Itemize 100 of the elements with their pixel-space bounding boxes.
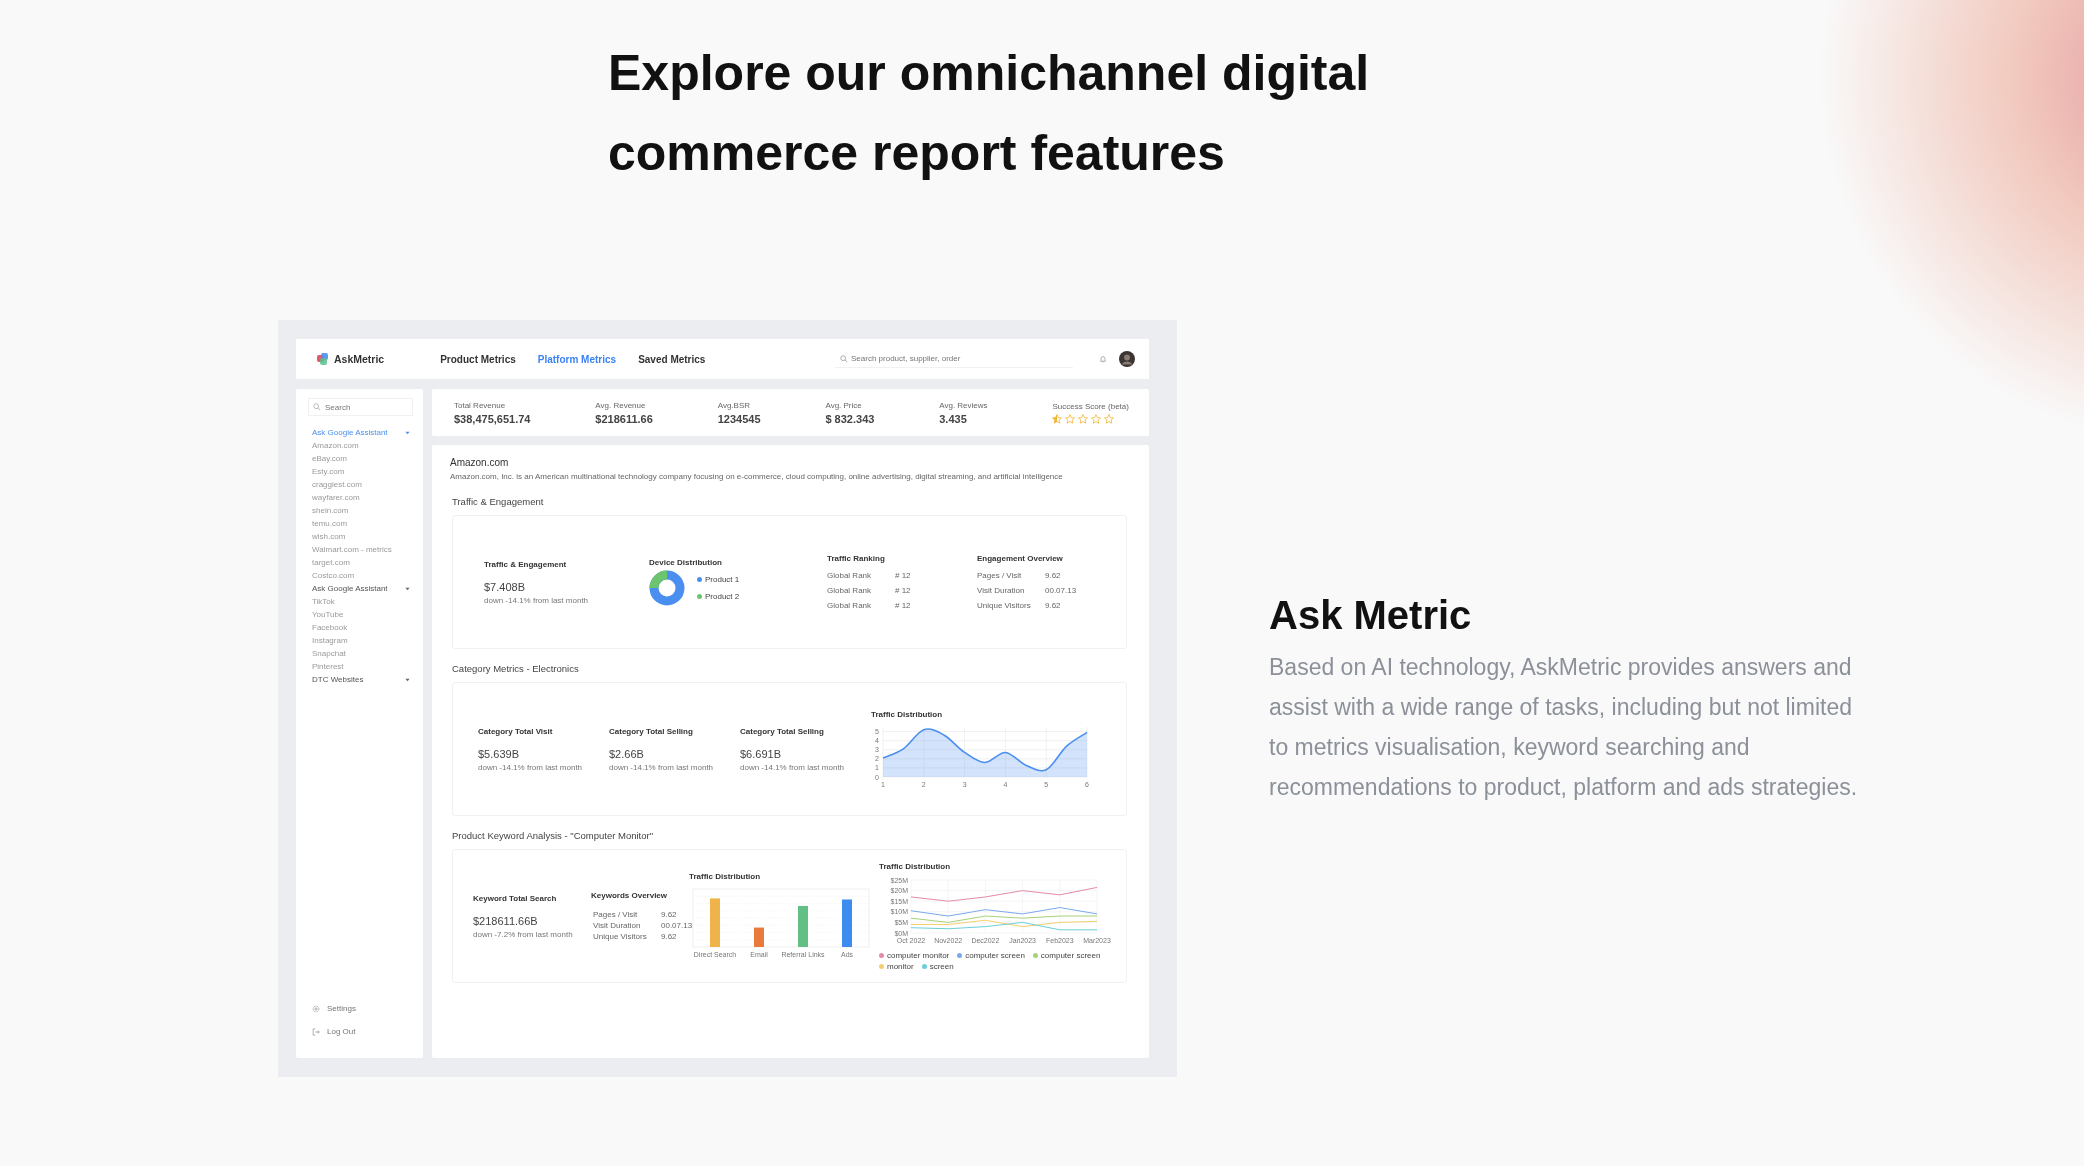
sidebar-item[interactable]: Facebook [312,621,348,634]
sidebar-item[interactable]: Snapchat [312,647,346,660]
metric-title: Category Total Selling [609,726,693,736]
kpi-value: $ 832.343 [825,412,875,425]
sidebar-item[interactable]: Amazon.com [312,439,359,452]
settings-icon [312,1004,320,1013]
row-label: Pages / Visit [593,910,639,919]
donut-chart-drawing [649,570,685,606]
feature-description: Based on AI technology, AskMetric provides answers and assist with a wide range of tasks, including but not limited to metrics visualisation, keyword searching and recommendations to product, platform and ads strategies. [1269,652,1859,802]
kpi-label: Total Revenue [454,400,507,410]
caret-icon [405,430,410,435]
nav-tab[interactable]: Platform Metrics [537,351,617,367]
metric-change: down -14.1% from last month [609,762,714,772]
brand-name: AskMetric [334,353,385,365]
legend-label: computer monitor [887,950,950,960]
metric-value: $7.408B [484,580,525,593]
kpi-value: $218611.66 [595,412,653,425]
legend-label: Product 1 [705,575,740,584]
sidebar-item[interactable]: Walmart.com - metrics [312,543,392,556]
kpi-label: Avg. Reviews [939,400,988,410]
section-title: Traffic & Engagement [452,496,544,507]
sidebar-item[interactable]: shein.com [312,504,349,517]
kpi-label: Avg. Revenue [595,400,647,410]
row-label: Pages / Visit [977,571,1023,580]
metric-title: Category Total Visit [478,726,553,736]
row-value: # 12 [895,571,911,580]
chart-title: Traffic Distribution [871,709,943,719]
legend-label: monitor [887,961,914,971]
metric-value: $6.691B [740,747,781,760]
row-label: Visit Duration [977,586,1026,595]
chart-title: Traffic Distribution [689,871,761,881]
sidebar-item[interactable]: Costco.com [312,569,355,582]
row-label: Global Rank [827,571,873,580]
star-icon [1052,413,1063,424]
search-field[interactable]: Search [308,398,413,416]
metric-change: down -14.1% from last month [740,762,845,772]
sidebar-item[interactable]: Pinterest [312,660,344,673]
star-icon [1078,413,1089,424]
sidebar-item[interactable]: target.com [312,556,350,569]
sidebar-item[interactable]: temu.com [312,517,348,530]
row-label: Unique Visitors [977,601,1032,610]
kpi-value: $38,475,651.74 [454,412,531,425]
legend-label: computer screen [1040,950,1101,960]
nav-tab[interactable]: Saved Metrics [638,351,706,367]
log-out-icon [312,1027,320,1036]
metric-title: Engagement Overview [977,554,1063,563]
metric-change: down -14.1% from last month [484,595,589,605]
metric-title: Keyword Total Search [473,893,557,903]
sidebar-group[interactable]: Ask Google Assistant [312,582,410,595]
metric-title: Device Distribution [649,558,722,567]
star-icon [1091,413,1102,424]
section-title: Category Metrics - Electronics [452,663,579,674]
logo-icon [316,352,330,366]
row-value: 00.07.13 [1045,586,1077,595]
company-description: Amazon.com, Inc. is an American multinational technology company focusing on e-commerce, cloud computing, online advertising, digital streaming, and artificial intelligence [450,472,1063,482]
search-icon [313,403,321,411]
sidebar-group[interactable]: DTC Websites [312,673,410,686]
row-label: Global Rank [827,601,873,610]
kpi-value: 3.435 [939,412,968,425]
sidebar-item[interactable]: wayfarer.com [312,491,360,504]
row-value: # 12 [895,601,911,610]
log-out-button[interactable]: Log Out [308,1027,356,1036]
search-icon [840,355,848,363]
row-label: Global Rank [827,586,873,595]
star-icon [1104,413,1115,424]
legend-label: computer screen [965,950,1025,960]
section-title: Product Keyword Analysis - "Computer Monitor" [452,830,654,841]
metric-title: Keywords Overview [591,891,668,900]
legend-label: screen [929,961,954,971]
page-heading: Explore our omnichannel digital commerce report features [608,44,1371,183]
chart-title: Traffic Distribution [879,861,951,871]
sidebar-item[interactable]: wish.com [312,530,346,543]
caret-icon [405,586,410,591]
row-value: 00.07.13 [661,921,693,930]
sidebar-item[interactable]: YouTube [312,608,344,621]
metric-title: Traffic Ranking [827,554,885,563]
metric-change: down -7.2% from last month [473,929,573,939]
row-value: 9.62 [661,910,678,919]
sidebar-item[interactable]: eBay.com [312,452,347,465]
metric-title: Category Total Selling [740,726,824,736]
row-label: Unique Visitors [593,932,648,941]
sidebar-group[interactable]: Ask Google Assistant [312,426,410,439]
sidebar-item[interactable]: Instagram [312,634,348,647]
avatar-icon[interactable] [1119,351,1135,367]
row-label: Visit Duration [593,921,642,930]
row-value: 9.62 [1045,571,1062,580]
metric-value: $218611.66B [473,914,538,927]
kpi-label: Avg. Price [825,400,863,410]
feature-title: Ask Metric [1269,591,1473,639]
nav-tab[interactable]: Product Metrics [440,351,516,367]
sidebar-item[interactable]: TikTok [312,595,335,608]
kpi-label: Avg.BSR [717,400,752,410]
kpi-value: 1234545 [717,412,761,425]
row-value: # 12 [895,586,911,595]
settings-button[interactable]: Settings [308,1004,356,1013]
metric-value: $2.66B [609,747,644,760]
legend-label: Product 2 [705,592,740,601]
sidebar-item[interactable]: craggiest.com [312,478,362,491]
sidebar-item[interactable]: Esty.com [312,465,345,478]
metric-title: Traffic & Engagement [484,559,567,569]
